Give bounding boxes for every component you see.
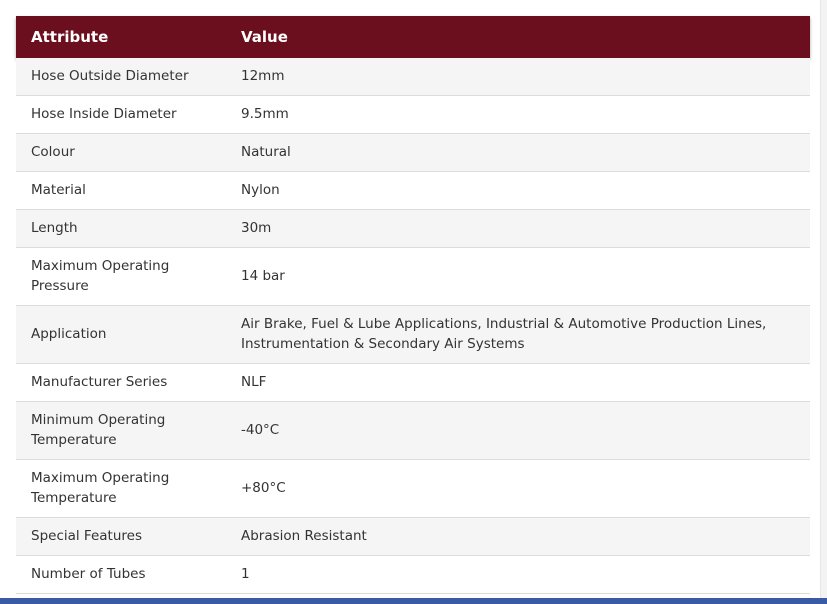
table-row: Special Features Abrasion Resistant [16,517,810,556]
value-cell: Air Brake, Fuel & Lube Applications, Ind… [226,305,810,364]
attribute-cell: Minimum Operating Temperature [16,401,226,460]
attribute-cell: Application [16,305,226,364]
bottom-accent-bar [0,598,827,604]
value-cell: Natural [226,133,810,172]
table-row: Minimum Operating Temperature -40°C [16,401,810,460]
specifications-table: Attribute Value Hose Outside Diameter 12… [16,16,810,594]
attribute-column-header: Attribute [31,28,109,46]
value-cell: 12mm [226,58,810,96]
table-row: Hose Inside Diameter 9.5mm [16,95,810,134]
attribute-cell: Length [16,209,226,248]
value-cell: 30m [226,209,810,248]
value-cell: 1 [226,555,810,594]
table-row: Colour Natural [16,133,810,172]
attribute-cell: Maximum Operating Temperature [16,459,226,518]
table-row: Material Nylon [16,171,810,210]
table-body: Hose Outside Diameter 12mm Hose Inside D… [16,58,810,594]
table-row: Application Air Brake, Fuel & Lube Appli… [16,305,810,364]
value-cell: -40°C [226,401,810,460]
attribute-cell: Colour [16,133,226,172]
table-row: Maximum Operating Temperature +80°C [16,459,810,518]
attribute-cell: Maximum Operating Pressure [16,247,226,306]
attribute-cell: Manufacturer Series [16,363,226,402]
attribute-cell: Special Features [16,517,226,556]
table-row: Hose Outside Diameter 12mm [16,58,810,96]
attribute-cell: Number of Tubes [16,555,226,594]
value-cell: Abrasion Resistant [226,517,810,556]
value-cell: 9.5mm [226,95,810,134]
table-row: Manufacturer Series NLF [16,363,810,402]
attribute-cell: Material [16,171,226,210]
value-cell: +80°C [226,459,810,518]
table-row: Number of Tubes 1 [16,555,810,594]
table-row: Length 30m [16,209,810,248]
table-header-row: Attribute Value [16,16,810,58]
table-row: Maximum Operating Pressure 14 bar [16,247,810,306]
attribute-cell: Hose Outside Diameter [16,58,226,96]
vertical-scrollbar[interactable] [820,0,827,598]
attribute-cell: Hose Inside Diameter [16,95,226,134]
value-cell: Nylon [226,171,810,210]
table-header: Attribute Value [16,16,810,58]
value-cell: NLF [226,363,810,402]
value-cell: 14 bar [226,247,810,306]
value-column-header: Value [241,28,288,46]
